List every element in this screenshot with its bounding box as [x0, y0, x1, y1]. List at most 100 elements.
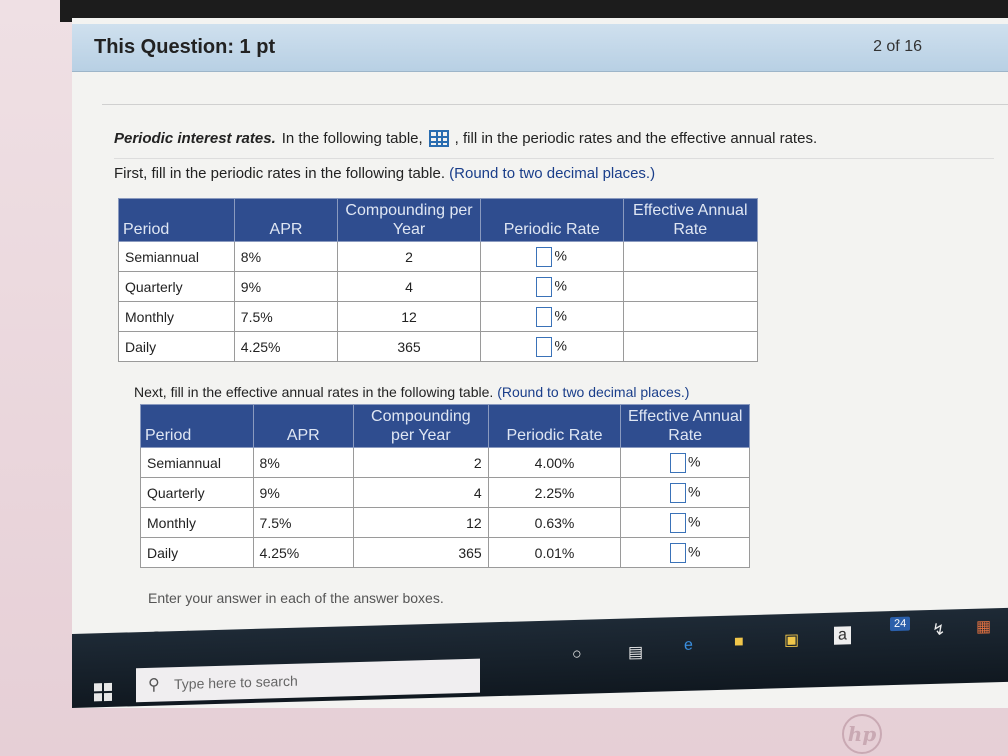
calendar-badge[interactable]: 24 [890, 616, 911, 632]
periodic-rate-cell: 0.01% [487, 537, 622, 568]
compounding-cell: 4 [353, 477, 489, 508]
percent-sign: % [554, 307, 567, 324]
table-grid-icon[interactable] [428, 130, 449, 147]
percent-sign: % [687, 513, 701, 530]
periodic-rate-cell: % [479, 301, 624, 332]
task-view-icon[interactable]: ▤ [628, 642, 643, 662]
amazon-app-icon[interactable]: a [834, 626, 851, 645]
office-app-icon[interactable]: ▦ [976, 616, 991, 636]
period-cell: Semiannual [140, 447, 254, 478]
divider [102, 104, 1008, 105]
search-icon: ⚲ [148, 676, 160, 694]
period-cell: Monthly [140, 507, 254, 538]
question-counter: 2 of 16 [873, 38, 922, 55]
windows-taskbar: ⚲ Type here to search ○ ▤ e ■ ▣ a 24 ↯ ▦ [72, 607, 1008, 708]
effective-rate-input[interactable] [669, 482, 686, 503]
col-period: Period [140, 404, 254, 448]
question-topic: Periodic interest rates. [114, 130, 276, 147]
percent-sign: % [554, 247, 567, 264]
instruction-effective: Next, fill in the effective annual rates… [134, 384, 689, 400]
table-row: Monthly 7.5% 12 0.63% % [140, 507, 750, 538]
effective-rate-cell: % [620, 507, 750, 538]
col-compounding: Compounding per Year [337, 198, 481, 242]
table-row: Semiannual 8% 2 4.00% % [140, 447, 750, 478]
rounding-hint: (Round to two decimal places.) [497, 384, 690, 400]
percent-sign: % [687, 453, 701, 470]
cortana-icon[interactable]: ○ [572, 646, 582, 664]
periodic-rate-input[interactable] [536, 306, 553, 327]
table-row: Quarterly 9% 4 2.25% % [140, 477, 750, 508]
table-header-row: Period APR Compounding per Year Periodic… [118, 198, 759, 242]
periodic-rate-cell: % [479, 331, 624, 362]
effective-rate-cell [622, 241, 759, 272]
percent-sign: % [554, 337, 567, 354]
compounding-cell: 4 [337, 271, 481, 302]
table-row: Quarterly 9% 4 % [118, 271, 759, 302]
file-explorer-icon[interactable]: ■ [734, 633, 744, 651]
compounding-cell: 2 [337, 241, 481, 272]
col-periodic-rate: Periodic Rate [487, 404, 622, 448]
effective-rate-input[interactable] [669, 512, 686, 533]
screen: This Question: 1 pt 2 of 16 Periodic int… [72, 18, 1008, 708]
question-text-a: In the following table, [281, 130, 423, 147]
store-icon[interactable]: ▣ [784, 630, 799, 650]
periodic-rate-input[interactable] [536, 276, 553, 297]
periodic-rate-input[interactable] [536, 246, 553, 267]
apr-cell: 7.5% [252, 507, 355, 538]
period-cell: Daily [118, 331, 235, 362]
periodic-rate-cell: % [479, 241, 624, 272]
table-row: Daily 4.25% 365 % [118, 331, 759, 362]
table-row: Semiannual 8% 2 % [118, 241, 759, 272]
effective-rate-cell [622, 331, 759, 362]
col-periodic-rate: Periodic Rate [479, 198, 624, 242]
period-cell: Monthly [118, 301, 235, 332]
question-points-title: This Question: 1 pt [94, 36, 276, 58]
edge-browser-icon[interactable]: e [684, 637, 693, 655]
percent-sign: % [687, 543, 701, 560]
col-apr: APR [233, 198, 339, 242]
col-apr: APR [252, 404, 355, 448]
col-effective-rate: Effective Annual Rate [622, 198, 759, 242]
periodic-rate-cell: % [479, 271, 624, 302]
taskbar-search-placeholder: Type here to search [174, 672, 298, 693]
apr-cell: 7.5% [233, 301, 339, 332]
percent-sign: % [554, 277, 567, 294]
effective-rate-cell: % [620, 537, 750, 568]
percent-sign: % [687, 483, 701, 500]
question-header: This Question: 1 pt 2 of 16 [72, 24, 1008, 72]
effective-rate-cell: % [620, 477, 750, 508]
effective-rate-input[interactable] [669, 542, 686, 563]
periodic-rate-input[interactable] [536, 336, 553, 357]
compounding-cell: 12 [337, 301, 481, 332]
table-header-row: Period APR Compounding per Year Periodic… [140, 404, 750, 448]
compounding-cell: 365 [337, 331, 481, 362]
period-cell: Daily [140, 537, 254, 568]
periodic-rate-cell: 0.63% [487, 507, 622, 538]
apr-cell: 8% [233, 241, 339, 272]
period-cell: Quarterly [118, 271, 235, 302]
periodic-rate-cell: 2.25% [487, 477, 622, 508]
instruction-periodic-text: First, fill in the periodic rates in the… [114, 165, 445, 182]
hp-logo: hp [842, 714, 882, 754]
table-row: Monthly 7.5% 12 % [118, 301, 759, 332]
effective-rate-cell: % [620, 447, 750, 478]
periodic-rate-table: Period APR Compounding per Year Periodic… [118, 198, 759, 362]
answer-instruction: Enter your answer in each of the answer … [148, 590, 444, 606]
compounding-cell: 2 [353, 447, 489, 478]
effective-rate-cell [622, 271, 759, 302]
col-compounding: Compounding per Year [353, 404, 489, 448]
col-effective-rate: Effective Annual Rate [620, 404, 750, 448]
windows-start-icon[interactable] [94, 682, 112, 702]
instruction-periodic: First, fill in the periodic rates in the… [114, 158, 994, 182]
effective-rate-input[interactable] [669, 452, 686, 473]
effective-rate-table: Period APR Compounding per Year Periodic… [140, 404, 750, 568]
taskbar-search-input[interactable]: ⚲ Type here to search [136, 658, 480, 703]
apr-cell: 9% [252, 477, 355, 508]
compounding-cell: 12 [353, 507, 489, 538]
rounding-hint: (Round to two decimal places.) [449, 165, 656, 182]
app-bolt-icon[interactable]: ↯ [932, 620, 945, 640]
apr-cell: 9% [233, 271, 339, 302]
apr-cell: 4.25% [233, 331, 339, 362]
period-cell: Quarterly [140, 477, 254, 508]
col-period: Period [118, 198, 235, 242]
